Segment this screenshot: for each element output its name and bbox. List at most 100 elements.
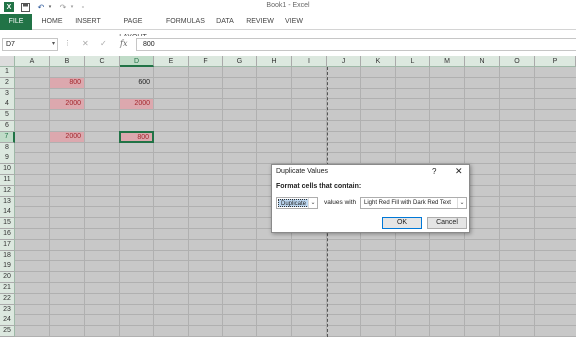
row-header-16[interactable]: 16	[0, 229, 15, 240]
format-style-select[interactable]: Light Red Fill with Dark Red Text ⌄	[360, 197, 467, 209]
gridline	[15, 292, 576, 294]
cell-b2[interactable]: 800	[50, 77, 84, 88]
duplicate-type-value: Duplicate	[278, 199, 310, 207]
window-title: Book1 - Excel	[266, 2, 310, 9]
row-header-11[interactable]: 11	[0, 175, 15, 186]
column-header-g[interactable]: G	[223, 56, 257, 67]
confirm-entry-icon[interactable]: ✓	[100, 39, 107, 48]
gridline	[15, 282, 576, 283]
tab-insert[interactable]: INSERT	[74, 14, 102, 30]
column-header-f[interactable]: F	[189, 56, 223, 67]
help-icon[interactable]: ?	[432, 167, 436, 176]
gridline	[15, 303, 576, 305]
tab-page-layout[interactable]: PAGE LAYOUT	[110, 14, 156, 41]
cell-d4[interactable]: 2000	[120, 99, 153, 110]
gridline	[15, 130, 576, 132]
column-header-h[interactable]: H	[257, 56, 292, 67]
cancel-entry-icon[interactable]: ✕	[82, 39, 89, 48]
gridline	[15, 238, 576, 240]
column-header-a[interactable]: A	[15, 56, 50, 67]
gridline	[84, 67, 85, 337]
row-header-25[interactable]: 25	[0, 326, 15, 337]
ok-button[interactable]: OK	[382, 217, 422, 229]
row-header-10[interactable]: 10	[0, 164, 15, 176]
gridline	[188, 67, 189, 337]
gridline	[15, 98, 576, 100]
select-all-corner[interactable]	[0, 56, 15, 67]
chevron-down-icon[interactable]: ▾	[52, 39, 55, 50]
row-header-1[interactable]: 1	[0, 67, 15, 78]
gridline	[15, 314, 576, 316]
row-header-24[interactable]: 24	[0, 315, 15, 327]
insert-function-button[interactable]: fx	[120, 39, 127, 48]
tab-file[interactable]: FILE	[0, 14, 32, 30]
gridline	[15, 152, 576, 154]
row-header-2[interactable]: 2	[0, 77, 15, 89]
row-header-23[interactable]: 23	[0, 304, 15, 316]
gridline	[256, 67, 257, 337]
format-cells-label: Format cells that contain:	[276, 183, 362, 190]
resize-handle-icon[interactable]: ⋮	[64, 39, 71, 47]
gridline	[15, 120, 576, 121]
row-header-6[interactable]: 6	[0, 121, 15, 132]
column-header-d[interactable]: D	[120, 56, 154, 67]
row-header-21[interactable]: 21	[0, 283, 15, 294]
formula-input[interactable]: 800	[136, 38, 576, 51]
gridline	[153, 67, 154, 337]
name-box[interactable]: D7 ▾	[2, 38, 58, 51]
cancel-button[interactable]: Cancel	[427, 217, 467, 229]
ribbon-tabs: FILE HOME INSERT PAGE LAYOUT FORMULAS DA…	[0, 14, 576, 41]
column-header-j[interactable]: J	[327, 56, 361, 67]
close-icon[interactable]: ✕	[455, 166, 463, 177]
cell-b4[interactable]: 2000	[50, 99, 84, 110]
name-box-value: D7	[6, 41, 15, 48]
gridline	[15, 109, 576, 111]
column-header-k[interactable]: K	[361, 56, 396, 67]
row-header-12[interactable]: 12	[0, 185, 15, 197]
column-header-l[interactable]: L	[396, 56, 430, 67]
formula-bar: D7 ▾ ⋮ ✕ ✓ fx 800	[0, 36, 576, 53]
row-header-5[interactable]: 5	[0, 110, 15, 122]
chevron-down-icon[interactable]: ⌄	[457, 198, 466, 208]
column-header-o[interactable]: O	[500, 56, 535, 67]
row-header-17[interactable]: 17	[0, 239, 15, 251]
cell-d7[interactable]: 800	[119, 130, 154, 143]
tab-home[interactable]: HOME	[38, 14, 66, 30]
row-header-13[interactable]: 13	[0, 196, 15, 208]
gridline	[499, 67, 500, 337]
row-header-9[interactable]: 9	[0, 153, 15, 165]
column-header-m[interactable]: M	[430, 56, 465, 67]
row-header-3[interactable]: 3	[0, 88, 15, 100]
chevron-down-icon[interactable]: ⌄	[308, 198, 317, 208]
column-header-c[interactable]: C	[85, 56, 120, 67]
column-header-p[interactable]: P	[535, 56, 576, 67]
title-bar: X ↶ ▾ ↷ ▾ ₌ Book1 - Excel	[0, 0, 576, 14]
gridline	[15, 76, 576, 78]
gridline	[15, 249, 576, 251]
tab-data[interactable]: DATA	[214, 14, 236, 30]
gridline	[222, 67, 223, 337]
dialog-title: Duplicate Values	[276, 168, 329, 175]
duplicate-type-select[interactable]: Duplicate ⌄	[276, 197, 318, 209]
tab-review[interactable]: REVIEW	[245, 14, 275, 30]
gridline	[15, 87, 576, 89]
row-header-19[interactable]: 19	[0, 261, 15, 273]
column-header-e[interactable]: E	[154, 56, 189, 67]
row-header-7[interactable]: 7	[0, 131, 15, 143]
cell-d2[interactable]: 600	[120, 78, 153, 88]
row-header-22[interactable]: 22	[0, 293, 15, 305]
column-header-i[interactable]: I	[292, 56, 327, 67]
row-header-14[interactable]: 14	[0, 207, 15, 219]
row-header-18[interactable]: 18	[0, 250, 15, 262]
gridline	[15, 271, 576, 273]
tab-view[interactable]: VIEW	[282, 14, 306, 30]
row-header-8[interactable]: 8	[0, 142, 15, 154]
row-header-15[interactable]: 15	[0, 218, 15, 230]
row-header-20[interactable]: 20	[0, 272, 15, 284]
gridline	[15, 325, 576, 327]
column-header-b[interactable]: B	[50, 56, 85, 67]
row-header-4[interactable]: 4	[0, 99, 15, 111]
column-header-n[interactable]: N	[465, 56, 500, 67]
cell-b7[interactable]: 2000	[50, 131, 84, 142]
tab-formulas[interactable]: FORMULAS	[166, 14, 205, 30]
